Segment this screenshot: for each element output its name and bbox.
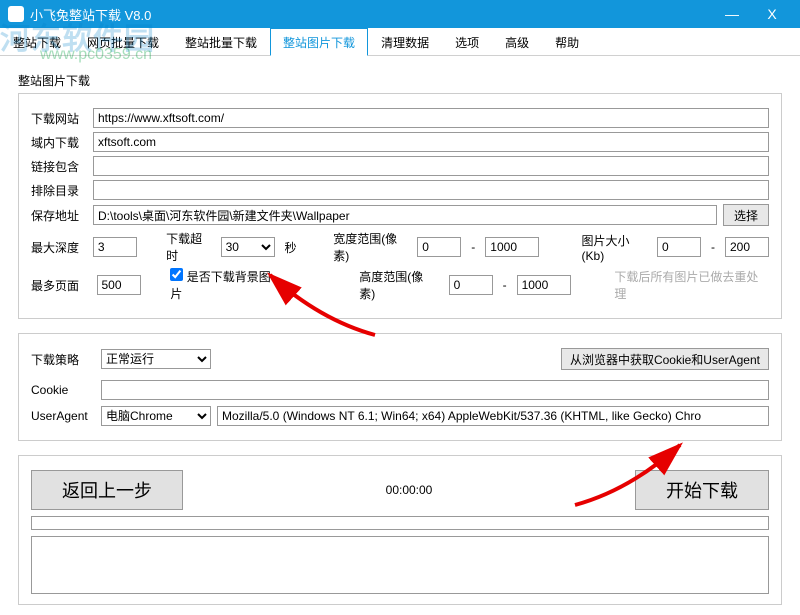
link-contains-input[interactable] [93, 156, 769, 176]
cookie-input[interactable] [101, 380, 769, 400]
ua-string-input[interactable] [217, 406, 769, 426]
bg-checkbox-wrap[interactable]: 是否下载背景图片 [170, 268, 281, 302]
settings-group: 下载网站 域内下载 链接包含 排除目录 保存地址 选择 最大深度 下载超时 30… [18, 93, 782, 319]
close-button[interactable]: X [752, 6, 792, 22]
height-max-input[interactable] [517, 275, 571, 295]
useragent-label: UserAgent [31, 409, 95, 423]
img-size-label: 图片大小(Kb) [582, 232, 647, 263]
strategy-group: 下载策略 正常运行 从浏览器中获取Cookie和UserAgent Cookie… [18, 333, 782, 441]
ua-browser-select[interactable]: 电脑Chrome [101, 406, 211, 426]
max-depth-label: 最大深度 [31, 239, 83, 256]
width-max-input[interactable] [485, 237, 539, 257]
start-button[interactable]: 开始下载 [635, 470, 769, 510]
bg-checkbox-label: 是否下载背景图片 [170, 270, 270, 301]
tab-options[interactable]: 选项 [442, 28, 492, 55]
size-min-input[interactable] [657, 237, 701, 257]
max-pages-label: 最多页面 [31, 277, 87, 294]
tab-cleanup[interactable]: 清理数据 [368, 28, 442, 55]
log-box [31, 536, 769, 594]
get-cookie-button[interactable]: 从浏览器中获取Cookie和UserAgent [561, 348, 769, 370]
save-path-label: 保存地址 [31, 207, 87, 224]
action-group: 返回上一步 00:00:00 开始下载 [18, 455, 782, 605]
exclude-dir-label: 排除目录 [31, 182, 87, 199]
dash: - [471, 240, 475, 254]
save-path-input[interactable] [93, 205, 717, 225]
strategy-select[interactable]: 正常运行 [101, 349, 211, 369]
window-title: 小飞兔整站下载 V8.0 [30, 5, 712, 24]
strategy-label: 下载策略 [31, 351, 95, 368]
timeout-label: 下载超时 [166, 230, 210, 264]
app-icon [8, 6, 24, 22]
timer-label: 00:00:00 [189, 483, 629, 497]
link-contains-label: 链接包含 [31, 158, 87, 175]
timeout-select[interactable]: 30 [221, 237, 275, 257]
progress-bar [31, 516, 769, 530]
cookie-label: Cookie [31, 383, 95, 397]
width-range-label: 宽度范围(像素) [333, 230, 407, 264]
tab-bar: 整站下载 网页批量下载 整站批量下载 整站图片下载 清理数据 选项 高级 帮助 [0, 28, 800, 56]
titlebar: 小飞兔整站下载 V8.0 — X [0, 0, 800, 28]
height-min-input[interactable] [449, 275, 493, 295]
tab-advanced[interactable]: 高级 [492, 28, 542, 55]
tab-page-batch[interactable]: 网页批量下载 [74, 28, 172, 55]
domain-label: 域内下载 [31, 134, 87, 151]
group-title: 整站图片下载 [18, 72, 782, 89]
tab-site-batch[interactable]: 整站批量下载 [172, 28, 270, 55]
dedup-note: 下载后所有图片已做去重处理 [614, 268, 769, 302]
exclude-dir-input[interactable] [93, 180, 769, 200]
back-button[interactable]: 返回上一步 [31, 470, 183, 510]
dash3: - [503, 278, 507, 292]
choose-button[interactable]: 选择 [723, 204, 769, 226]
max-pages-input[interactable] [97, 275, 141, 295]
tab-help[interactable]: 帮助 [542, 28, 592, 55]
max-depth-input[interactable] [93, 237, 137, 257]
seconds-label: 秒 [285, 239, 297, 256]
url-input[interactable] [93, 108, 769, 128]
minimize-button[interactable]: — [712, 6, 752, 22]
tab-site-images[interactable]: 整站图片下载 [270, 28, 368, 56]
domain-input[interactable] [93, 132, 769, 152]
bg-checkbox[interactable] [170, 268, 183, 281]
url-label: 下载网站 [31, 110, 87, 127]
width-min-input[interactable] [417, 237, 461, 257]
tab-site-download[interactable]: 整站下载 [0, 28, 74, 55]
size-max-input[interactable] [725, 237, 769, 257]
dash2: - [711, 240, 715, 254]
height-range-label: 高度范围(像素) [359, 268, 438, 302]
